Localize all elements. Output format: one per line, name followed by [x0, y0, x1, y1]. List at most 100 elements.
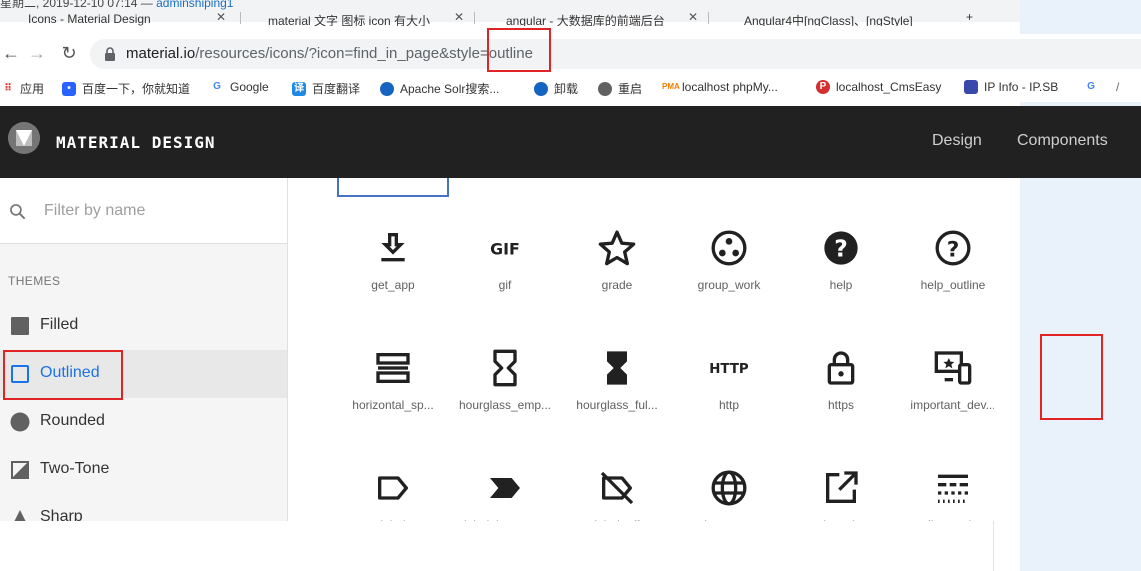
nav-components[interactable]: Components	[1017, 132, 1108, 150]
url-host: material.io	[126, 45, 196, 62]
icon-label-outline[interactable]: label	[337, 468, 449, 521]
theme-sharp[interactable]: Sharp	[0, 494, 287, 521]
icon-launch[interactable]: launch	[785, 468, 897, 521]
icon-label: https	[827, 398, 854, 412]
icon-group-work[interactable]: group_work	[673, 228, 785, 318]
icon-horizontal-split[interactable]: horizontal_sp...	[337, 348, 449, 438]
bookmark-baidu[interactable]: • 百度一下，你就知道	[62, 80, 190, 97]
icon-important-devices[interactable]: important_dev...	[897, 348, 994, 438]
cmseasy-icon: P	[816, 80, 830, 94]
theme-filled[interactable]: Filled	[0, 302, 287, 350]
bookmark-apps[interactable]: ⠿ 应用	[2, 80, 44, 97]
theme-label: Filled	[40, 316, 79, 333]
bookmark-ipinfo[interactable]: IP Info - IP.SB	[964, 80, 1058, 94]
star-outline-icon	[598, 230, 636, 266]
launch-icon	[826, 471, 858, 503]
tab-title: Angular4中[ngClass]、[ngStyle]	[744, 14, 913, 26]
url-path: /resources/icons/?icon=find_in_page&styl…	[195, 45, 489, 62]
icon-label-off[interactable]: label_off	[561, 468, 673, 521]
icon-line-style[interactable]: line_style	[897, 468, 994, 521]
theme-label: Rounded	[40, 412, 105, 429]
icon-label: hourglass_ful...	[576, 398, 658, 412]
globe-icon	[711, 470, 747, 506]
bookmark-label: 百度翻译	[312, 82, 361, 96]
google-icon: G	[1087, 81, 1095, 92]
info-highlight-box	[1040, 334, 1103, 420]
icon-label: language	[673, 518, 785, 521]
material-logo-icon[interactable]	[8, 122, 40, 154]
bookmarks-bar: ⠿ 应用 • 百度一下，你就知道 G Google 译 百度翻译 Apache …	[0, 74, 1141, 102]
tab-icons-material-design[interactable]: Icons - Material Design ✕	[0, 10, 230, 26]
site-title[interactable]: MATERIAL DESIGN	[56, 133, 216, 152]
icon-grid: get_app GIF gif grade group_work ? help …	[289, 178, 994, 521]
group-work-icon	[711, 230, 747, 266]
http-icon: HTTP	[709, 362, 749, 377]
site-header: MATERIAL DESIGN Design Components	[0, 106, 1141, 178]
more-bookmarks[interactable]: /	[1116, 80, 1119, 94]
solr-icon	[380, 81, 394, 96]
uninstall-icon	[534, 81, 548, 96]
tab-material-text-icon[interactable]: material 文字 图标 icon 有大小 ✕	[248, 10, 468, 26]
bookmark-solr[interactable]: Apache Solr搜索...	[380, 80, 499, 97]
hourglass-full-icon	[607, 351, 627, 385]
bookmark-baidu-translate[interactable]: 译 百度翻译	[292, 80, 360, 97]
slash-icon: /	[1116, 80, 1120, 94]
icon-gif[interactable]: GIF gif	[449, 228, 561, 318]
icon-label: gif	[498, 278, 512, 292]
back-button[interactable]: ←	[0, 42, 22, 64]
bookmark-label: 应用	[20, 82, 45, 96]
filter-input[interactable]	[44, 202, 274, 220]
icon-grade[interactable]: grade	[561, 228, 673, 318]
bookmark-restart[interactable]: 重启	[598, 80, 642, 97]
bookmark-phpmyadmin[interactable]: PMA localhost phpMy...	[662, 80, 778, 94]
apps-icon: ⠿	[4, 82, 12, 94]
phpmyadmin-icon: PMA	[662, 82, 680, 91]
icon-label: http	[718, 398, 739, 412]
filter-row	[0, 178, 287, 244]
icon-help-outline[interactable]: ? help_outline	[897, 228, 994, 318]
close-icon[interactable]: ✕	[216, 10, 226, 24]
theme-label: Sharp	[40, 508, 83, 521]
post-author-link[interactable]: adminshiping1	[156, 0, 233, 10]
lock-icon	[105, 47, 115, 61]
search-icon	[10, 204, 26, 220]
close-icon[interactable]: ✕	[454, 10, 464, 24]
icon-hourglass-empty[interactable]: hourglass_emp...	[449, 348, 561, 438]
theme-label: Two-Tone	[40, 460, 110, 477]
theme-rounded[interactable]: Rounded	[0, 398, 287, 446]
icon-help[interactable]: ? help	[785, 228, 897, 318]
arrow-left-icon: ←	[2, 43, 20, 63]
url-text: material.io/resources/icons/?icon=find_i…	[126, 45, 533, 62]
google-icon: G	[213, 81, 221, 92]
icon-hourglass-full[interactable]: hourglass_ful...	[561, 348, 673, 438]
bookmark-cmseasy[interactable]: P localhost_CmsEasy	[816, 80, 941, 94]
divider	[993, 520, 994, 571]
tab-angular4-ngclass[interactable]: Angular4中[ngClass]、[ngStyle]	[716, 10, 941, 26]
url-bar[interactable]: material.io/resources/icons/?icon=find_i…	[90, 39, 1141, 69]
new-tab-button[interactable]: +	[962, 10, 982, 26]
bookmark-label: Apache Solr搜索...	[400, 82, 500, 96]
bookmark-google[interactable]: G Google	[210, 80, 269, 94]
bookmark-google-2[interactable]: G	[1084, 80, 1098, 94]
icon-http[interactable]: HTTP http	[673, 348, 785, 438]
bookmark-uninstall[interactable]: 卸载	[534, 80, 578, 97]
bookmark-label: localhost_CmsEasy	[836, 80, 942, 94]
icon-get-app[interactable]: get_app	[337, 228, 449, 318]
get-app-icon	[381, 233, 405, 262]
icon-language[interactable]: language	[673, 468, 785, 521]
close-icon[interactable]: ✕	[688, 10, 698, 24]
bookmark-label: 百度一下，你就知道	[82, 82, 191, 96]
icon-label-important[interactable]: label_important	[449, 468, 561, 521]
theme-two-tone[interactable]: Two-Tone	[0, 446, 287, 494]
icon-label: grade	[601, 278, 633, 292]
reload-button[interactable]: ↻	[58, 42, 80, 64]
plus-icon: +	[966, 10, 974, 24]
bookmark-label: localhost phpMy...	[682, 80, 778, 94]
tab-angular-admin[interactable]: angular - 大数据库的前端后台 ✕	[482, 10, 702, 26]
forward-button[interactable]: →	[26, 42, 48, 64]
nav-design[interactable]: Design	[932, 132, 982, 150]
help-outline-icon: ?	[935, 230, 971, 266]
icon-https[interactable]: https	[785, 348, 897, 438]
svg-text:GIF: GIF	[490, 240, 520, 259]
icon-label: hourglass_emp...	[458, 398, 552, 412]
